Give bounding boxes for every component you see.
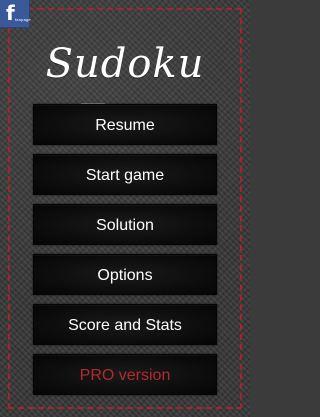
solution-button[interactable]: Solution [33,204,217,245]
options-button[interactable]: Options [33,254,217,295]
facebook-badge-text: fanpage [15,17,31,22]
score-and-stats-button[interactable]: Score and Stats [33,304,217,345]
facebook-icon[interactable]: f fanpage [0,0,31,28]
facebook-letter: f [6,1,15,25]
pro-version-button[interactable]: PRO version [33,354,217,395]
resume-button[interactable]: Resume [33,104,217,145]
start-game-button[interactable]: Start game [33,154,217,195]
